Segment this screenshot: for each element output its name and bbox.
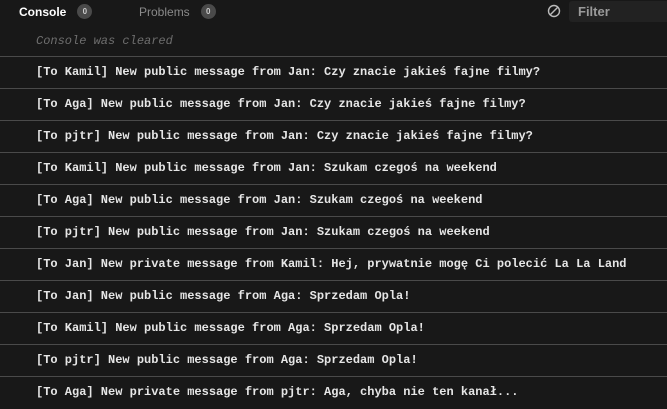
count-badge: 0 — [77, 4, 93, 19]
log-entry: [To Kamil] New public message from Aga: … — [0, 312, 667, 344]
clear-console-icon[interactable] — [547, 4, 561, 18]
log-entry: [To Aga] New public message from Jan: Sz… — [0, 184, 667, 216]
console-cleared-message: Console was cleared — [36, 34, 173, 48]
console-toolbar: Console 0 Problems 0 — [0, 0, 667, 25]
log-entry: [To Jan] New public message from Aga: Sp… — [0, 280, 667, 312]
log-entry: [To Kamil] New public message from Jan: … — [0, 152, 667, 184]
log-entry: [To Jan] New private message from Kamil:… — [0, 248, 667, 280]
tab-problems[interactable]: Problems 0 — [139, 4, 216, 19]
log-entry: [To pjtr] New public message from Aga: S… — [0, 344, 667, 376]
tab-label: Problems — [139, 4, 190, 19]
log-entry: [To Aga] New private message from pjtr: … — [0, 376, 667, 408]
log-entry: [To pjtr] New public message from Jan: S… — [0, 216, 667, 248]
log-entry: [To Aga] New public message from Jan: Cz… — [0, 88, 667, 120]
filter-input[interactable] — [569, 1, 667, 22]
log-entry: [To pjtr] New public message from Jan: C… — [0, 120, 667, 152]
tab-label: Console — [19, 4, 67, 19]
log-entry: [To Kamil] New public message from Jan: … — [0, 56, 667, 88]
tab-console[interactable]: Console 0 — [19, 4, 93, 19]
console-log: [To Kamil] New public message from Jan: … — [0, 56, 667, 408]
count-badge: 0 — [200, 4, 216, 19]
